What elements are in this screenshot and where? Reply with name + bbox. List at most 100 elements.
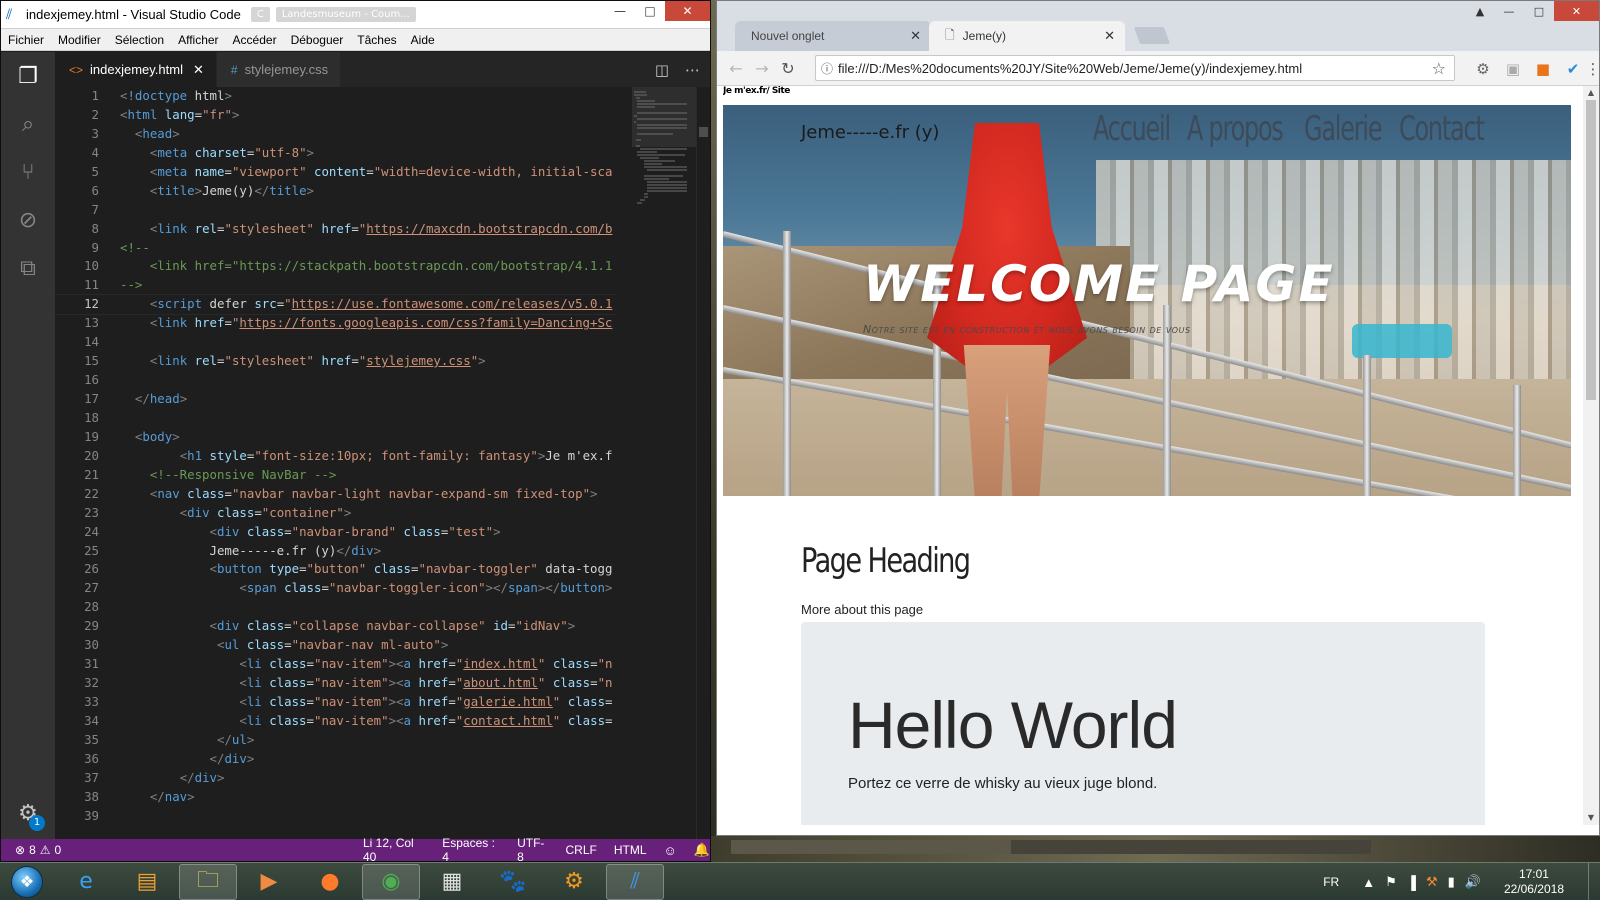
- code-line[interactable]: 6 <title>Jeme(y)</title>: [55, 182, 616, 201]
- language-mode[interactable]: HTML: [614, 843, 647, 857]
- close-tab-icon[interactable]: ✕: [193, 62, 204, 78]
- code-line[interactable]: 34 <li class="nav-item"><a href="contact…: [55, 712, 616, 731]
- encoding[interactable]: UTF-8: [517, 836, 548, 861]
- tab-nouvel-onglet[interactable]: Nouvel onglet ✕: [735, 21, 931, 51]
- code-line[interactable]: 20 <h1 style="font-size:10px; font-famil…: [55, 447, 616, 466]
- code-line[interactable]: 7: [55, 201, 616, 220]
- scrollbar-thumb[interactable]: [699, 127, 708, 137]
- menu-modifier[interactable]: Modifier: [51, 33, 108, 47]
- code-line[interactable]: 29 <div class="collapse navbar-collapse"…: [55, 617, 616, 636]
- vscode-titlebar[interactable]: ⫽ indexjemey.html - Visual Studio Code C…: [1, 1, 710, 29]
- minimap[interactable]: [632, 87, 696, 839]
- code-line[interactable]: 15 <link rel="stylesheet" href="stylejem…: [55, 352, 616, 371]
- debug-icon[interactable]: ⊘: [1, 196, 55, 244]
- code-line[interactable]: 2 <html lang="fr">: [55, 106, 616, 125]
- volume-icon[interactable]: 🔊: [1465, 874, 1481, 890]
- reload-icon[interactable]: ↻: [775, 59, 801, 78]
- nav-accueil[interactable]: Accueil: [1093, 109, 1171, 149]
- code-line[interactable]: 22 <nav class="navbar navbar-light navba…: [55, 485, 616, 504]
- feedback-smiley-icon[interactable]: ☺: [664, 843, 677, 858]
- editor-scrollbar[interactable]: [696, 87, 710, 839]
- split-editor-icon[interactable]: ◫: [655, 61, 669, 79]
- code-line[interactable]: 3 <head>: [55, 125, 616, 144]
- address-bar[interactable]: ⓘ ☆: [815, 55, 1455, 81]
- source-control-icon[interactable]: ⑂: [1, 148, 55, 196]
- menu-fichier[interactable]: Fichier: [1, 33, 51, 47]
- explorer-icon[interactable]: ❐: [1, 52, 55, 100]
- code-line[interactable]: 36 </div>: [55, 750, 616, 769]
- start-button[interactable]: ❖: [0, 863, 54, 900]
- code-line[interactable]: 32 <li class="nav-item"><a href="about.h…: [55, 674, 616, 693]
- extension-check-icon[interactable]: ✔: [1563, 59, 1583, 79]
- code-line[interactable]: 13 <link href="https://fonts.googleapis.…: [55, 314, 616, 333]
- media-player-icon[interactable]: ▶: [240, 864, 298, 900]
- tab-stylejemey-css[interactable]: # stylejemey.css: [216, 52, 342, 87]
- back-icon[interactable]: ←: [723, 59, 749, 78]
- tray-app-icon[interactable]: ⚒: [1426, 874, 1438, 890]
- code-line[interactable]: 16: [55, 371, 616, 390]
- minimize-button[interactable]: —: [1494, 1, 1524, 21]
- code-editor[interactable]: 1 <!doctype html> 2 <html lang="fr"> 3 <head…: [55, 87, 616, 839]
- code-line[interactable]: 17 </head>: [55, 390, 616, 409]
- indentation[interactable]: Espaces : 4: [442, 836, 500, 861]
- search-icon[interactable]: ⌕: [1, 100, 55, 148]
- menu-aide[interactable]: Aide: [404, 33, 442, 47]
- chrome-icon[interactable]: ◉: [362, 863, 420, 900]
- code-line[interactable]: 24 <div class="navbar-brand" class="test…: [55, 523, 616, 542]
- language-indicator[interactable]: FR: [1323, 875, 1339, 889]
- code-line[interactable]: 37 </div>: [55, 769, 616, 788]
- code-line[interactable]: 27 <span class="navbar-toggler-icon"></s…: [55, 579, 616, 598]
- code-line[interactable]: 35 </ul>: [55, 731, 616, 750]
- code-line[interactable]: 28: [55, 598, 616, 617]
- show-hidden-icons-icon[interactable]: ▲: [1362, 875, 1375, 890]
- problems-indicator[interactable]: ⊗ 8 ⚠ 0: [1, 843, 61, 857]
- code-line[interactable]: 19 <body>: [55, 428, 616, 447]
- installer-icon[interactable]: ▤: [118, 864, 176, 900]
- firefox-icon[interactable]: ●: [301, 864, 359, 900]
- code-line[interactable]: 39: [55, 807, 616, 826]
- maximize-button[interactable]: □: [1524, 1, 1554, 21]
- code-line[interactable]: 30 <ul class="navbar-nav ml-auto">: [55, 636, 616, 655]
- menu-taches[interactable]: Tâches: [350, 33, 403, 47]
- close-tab-icon[interactable]: ✕: [910, 28, 921, 44]
- extension-camera-icon[interactable]: ▣: [1503, 59, 1523, 79]
- code-line[interactable]: 23 <div class="container">: [55, 504, 616, 523]
- profile-icon[interactable]: ▲: [1466, 1, 1494, 21]
- code-line[interactable]: 4 <meta charset="utf-8">: [55, 144, 616, 163]
- tab-jeme[interactable]: 🗋 Jeme(y) ✕: [929, 21, 1125, 51]
- menu-selection[interactable]: Sélection: [108, 33, 171, 47]
- code-line[interactable]: 5 <meta name="viewport" content="width=d…: [55, 163, 616, 182]
- scroll-down-arrow-icon[interactable]: ▼: [1583, 811, 1599, 825]
- navbar-brand[interactable]: Jeme-----e.fr (y): [801, 122, 939, 143]
- code-line[interactable]: 33 <li class="nav-item"><a href="galerie…: [55, 693, 616, 712]
- nav-a-propos[interactable]: A propos: [1187, 109, 1284, 149]
- action-center-flag-icon[interactable]: ⚑: [1385, 874, 1397, 890]
- code-line[interactable]: 14: [55, 333, 616, 352]
- extensions-icon[interactable]: ⧉: [1, 244, 55, 292]
- page-scrollbar[interactable]: ▲ ▼: [1583, 86, 1599, 825]
- gear-icon[interactable]: ⚙ 1: [1, 793, 55, 833]
- forward-icon[interactable]: →: [749, 59, 775, 78]
- code-line[interactable]: 31 <li class="nav-item"><a href="index.h…: [55, 655, 616, 674]
- scrollbar-thumb[interactable]: [1586, 100, 1596, 400]
- minimize-button[interactable]: —: [605, 1, 635, 21]
- code-line[interactable]: 21 <!--Responsive NavBar -->: [55, 466, 616, 485]
- file-explorer-icon[interactable]: 🗀: [179, 863, 237, 900]
- extension-globe-icon[interactable]: ⚙: [1473, 59, 1493, 79]
- maximize-button[interactable]: □: [635, 1, 665, 21]
- tab-indexjemey-html[interactable]: <> indexjemey.html ✕: [55, 52, 217, 87]
- internet-explorer-icon[interactable]: e: [57, 864, 115, 900]
- close-button[interactable]: ✕: [1554, 1, 1599, 21]
- battery-icon[interactable]: ▮: [1448, 874, 1455, 890]
- notifications-bell-icon[interactable]: 🔔: [694, 842, 710, 858]
- code-line[interactable]: 12 <script defer src="https://use.fontaw…: [55, 294, 616, 316]
- menu-acceder[interactable]: Accéder: [226, 33, 284, 47]
- code-line[interactable]: 26 <button type="button" class="navbar-t…: [55, 560, 616, 579]
- show-desktop-button[interactable]: [1588, 863, 1600, 900]
- scroll-up-arrow-icon[interactable]: ▲: [1583, 86, 1599, 100]
- site-info-icon[interactable]: ⓘ: [816, 60, 838, 77]
- menu-afficher[interactable]: Afficher: [171, 33, 225, 47]
- more-actions-icon[interactable]: ⋯: [685, 61, 700, 79]
- calculator-icon[interactable]: ▦: [423, 864, 481, 900]
- minimap-viewport[interactable]: [632, 87, 696, 147]
